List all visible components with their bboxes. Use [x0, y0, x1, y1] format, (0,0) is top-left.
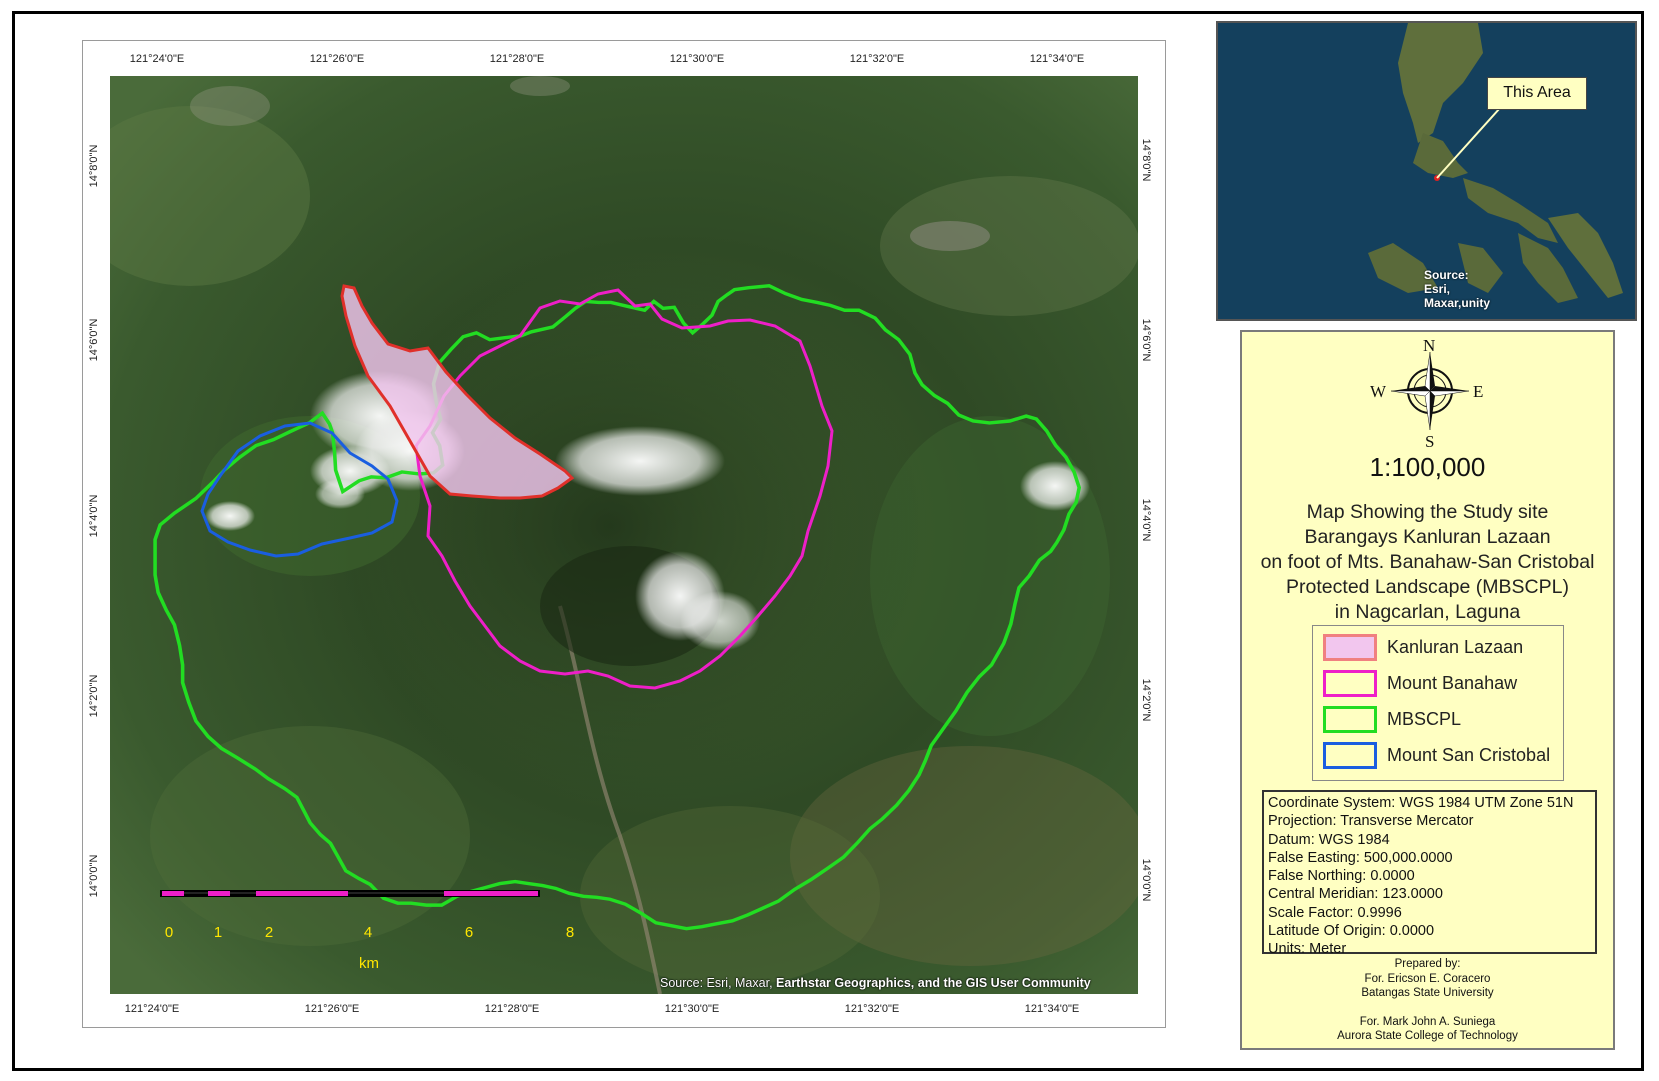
prepared-line: Aurora State College of Technology: [1337, 1030, 1518, 1042]
scale-bar-unit: km: [359, 955, 379, 972]
legend-item-mount-banahaw: Mount Banahaw: [1323, 668, 1517, 698]
scale-bar: [160, 890, 540, 897]
prepared-line: Batangas State University: [1361, 987, 1494, 999]
prepared-line: For. Mark John A. Suniega: [1359, 1015, 1496, 1028]
coord-line: Latitude Of Origin: 0.0000: [1268, 923, 1435, 940]
kanluran-lazaan-swatch: [1323, 633, 1377, 661]
scale-bar-number: 8: [565, 924, 575, 941]
left-tick-label: 14°8'0"N: [88, 144, 100, 188]
legend-label: Kanluran Lazaan: [1387, 636, 1524, 657]
prepared-by-block: Prepared by: For. Ericson E. Coracero Ba…: [1242, 957, 1613, 1044]
coord-line: False Northing: 0.0000: [1268, 868, 1415, 885]
left-tick-label: 14°4'0"N: [88, 494, 100, 538]
mount-banahaw-swatch: [1323, 669, 1377, 697]
inset-source-attribution: Source: Esri, Maxar,unity: [1424, 268, 1490, 310]
legend-item-mount-san-cristobal: Mount San Cristobal: [1323, 740, 1550, 770]
coord-line: Coordinate System: WGS 1984 UTM Zone 51N: [1268, 795, 1574, 811]
map-source-attribution: Source: Esri, Maxar, Earthstar Geographi…: [660, 976, 1091, 990]
legend-label: Mount San Cristobal: [1387, 744, 1551, 765]
scale-bar-number: 1: [213, 924, 223, 941]
this-area-callout: This Area: [1487, 77, 1587, 110]
right-tick-label: 14°4'0"N: [1140, 498, 1152, 542]
bottom-tick-label: 121°26'0"E: [304, 1003, 360, 1015]
map-title-line: on foot of Mts. Banahaw-San Cristobal: [1260, 551, 1595, 573]
top-tick-label: 121°32'0"E: [849, 53, 905, 65]
inset-source-line: Esri,: [1424, 282, 1451, 296]
bottom-tick-label: 121°34'0"E: [1024, 1003, 1080, 1015]
coord-line: False Easting: 500,000.0000: [1268, 849, 1453, 866]
scale-bar-number: 4: [363, 924, 373, 941]
scale-bar-number: 0: [164, 924, 174, 941]
inset-source-line: Maxar,unity: [1424, 296, 1491, 310]
right-tick-label: 14°2'0"N: [1140, 678, 1152, 722]
legend-item-mbscpl: MBSCPL: [1323, 704, 1461, 734]
scale-bar-number: 2: [264, 924, 274, 941]
coord-line: Central Meridian: 123.0000: [1268, 886, 1443, 903]
right-tick-label: 14°0'0"N: [1140, 858, 1152, 902]
legend-label: Mount Banahaw: [1387, 672, 1518, 693]
right-tick-label: 14°8'0"N: [1140, 138, 1152, 182]
prepared-line: Prepared by:: [1394, 958, 1461, 970]
source-plain: Source: Esri, Maxar,: [660, 976, 773, 990]
legend-panel: N S E W 1:100,000 Map Showing the Study …: [1240, 330, 1615, 1050]
map-title: Map Showing the Study site Barangays Kan…: [1242, 500, 1613, 625]
map-title-line: Map Showing the Study site: [1306, 501, 1549, 523]
prepared-line: For. Ericson E. Coracero: [1364, 972, 1491, 985]
mount-san-cristobal-swatch: [1323, 741, 1377, 769]
map-title-line: in Nagcarlan, Laguna: [1334, 601, 1521, 623]
bottom-tick-label: 121°24'0"E: [124, 1003, 180, 1015]
right-tick-label: 14°6'0"N: [1140, 318, 1152, 362]
satellite-map-svg: [110, 76, 1138, 994]
bottom-tick-label: 121°30'0"E: [664, 1003, 720, 1015]
coordinate-system-box: Coordinate System: WGS 1984 UTM Zone 51N…: [1262, 790, 1597, 957]
map-title-line: Protected Landscape (MBSCPL): [1286, 576, 1569, 598]
bottom-tick-label: 121°28'0"E: [484, 1003, 540, 1015]
prepared-line: [1242, 1001, 1613, 1015]
mbscpl-swatch: [1323, 705, 1377, 733]
top-tick-label: 121°30'0"E: [669, 53, 725, 65]
map-title-line: Barangays Kanluran Lazaan: [1304, 526, 1551, 548]
left-tick-label: 14°0'0"N: [88, 854, 100, 898]
legend-label: MBSCPL: [1387, 708, 1462, 729]
source-bold: Earthstar Geographics, and the GIS User …: [776, 976, 1091, 990]
bottom-tick-label: 121°32'0"E: [844, 1003, 900, 1015]
compass-south: S: [1425, 432, 1435, 451]
legend-items-box: Kanluran Lazaan Mount Banahaw MBSCPL Mou…: [1312, 625, 1564, 781]
satellite-map[interactable]: [110, 76, 1138, 994]
top-tick-label: 121°24'0"E: [129, 53, 185, 65]
left-tick-label: 14°6'0"N: [88, 318, 100, 362]
compass-west: W: [1370, 382, 1387, 401]
map-scale-ratio: 1:100,000: [1369, 452, 1486, 482]
top-tick-label: 121°34'0"E: [1029, 53, 1085, 65]
coord-line: Scale Factor: 0.9996: [1268, 904, 1402, 921]
compass-east: E: [1473, 382, 1484, 401]
compass-rose-icon: [1390, 351, 1470, 431]
coord-line: Projection: Transverse Mercator: [1268, 813, 1474, 830]
legend-item-kanluran-lazaan: Kanluran Lazaan: [1323, 632, 1523, 662]
scale-bar-number: 6: [464, 924, 474, 941]
coord-line: Units: Meter: [1268, 941, 1347, 958]
left-tick-label: 14°2'0"N: [88, 674, 100, 718]
top-tick-label: 121°26'0"E: [309, 53, 365, 65]
coord-line: Datum: WGS 1984: [1268, 831, 1390, 848]
inset-source-line: Source:: [1424, 268, 1469, 282]
top-tick-label: 121°28'0"E: [489, 53, 545, 65]
compass-north: N: [1423, 336, 1436, 355]
